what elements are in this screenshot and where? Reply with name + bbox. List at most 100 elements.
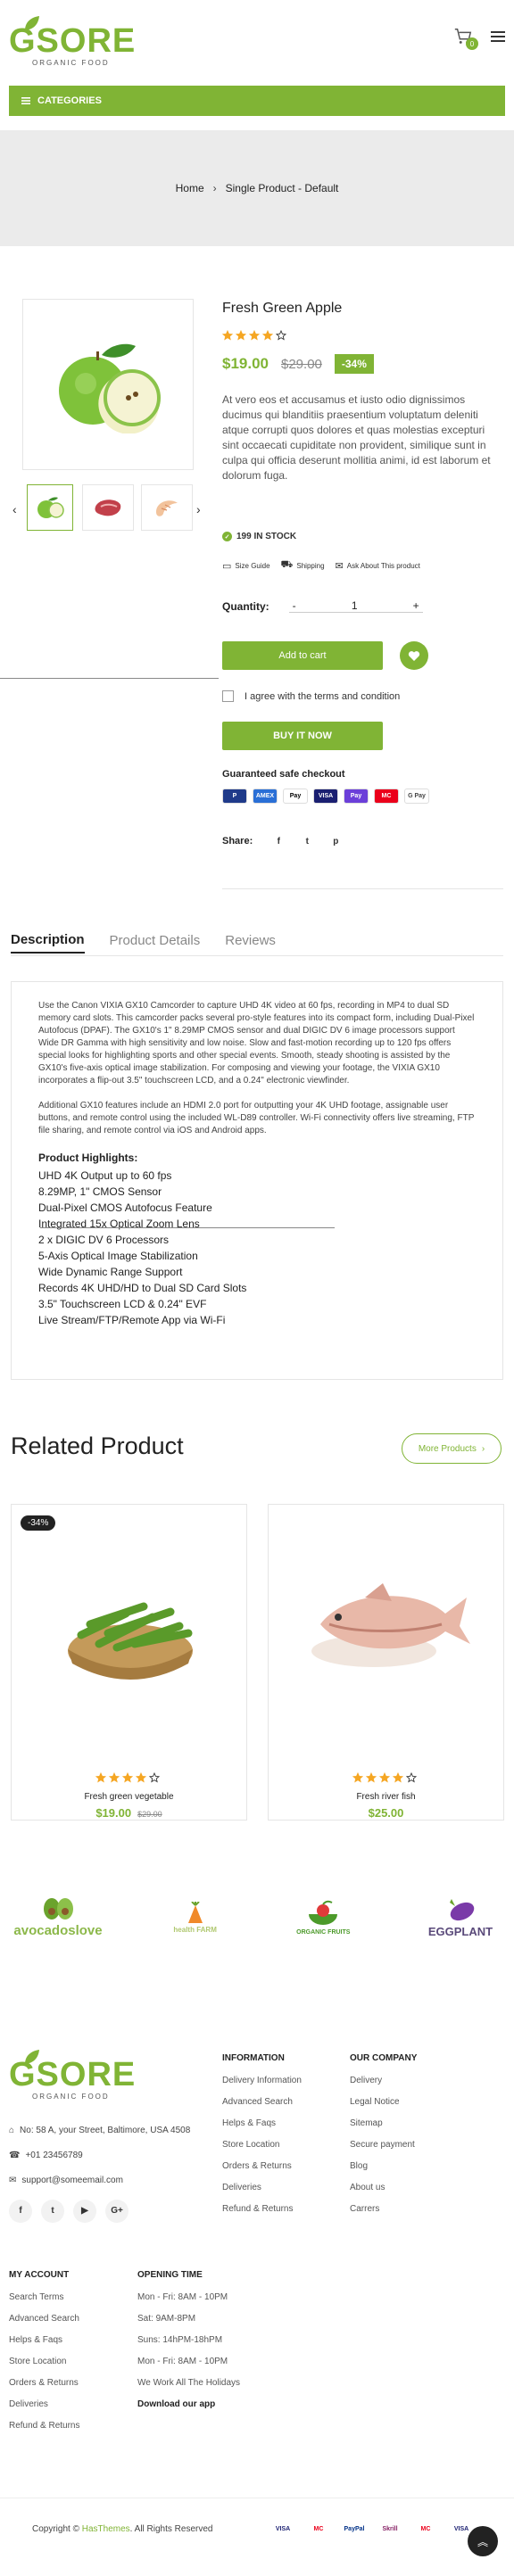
hours-title: OPENING TIME <box>137 2270 203 2280</box>
twitter-share-button[interactable]: t <box>297 830 318 853</box>
price-row: $19.00 $29.00 -34% <box>222 354 374 374</box>
size-guide-link[interactable]: ▭ Size Guide <box>222 560 270 572</box>
download-app-label[interactable]: Download our app <box>137 2399 240 2409</box>
footer-link[interactable]: Carrers <box>350 2204 417 2214</box>
payment-method-badge: G Pay <box>404 788 429 804</box>
copyright: Copyright © HasThemes. All Rights Reserv… <box>32 2524 212 2534</box>
gallery-thumb-3[interactable] <box>141 484 193 531</box>
payment-methods: P AMEX Pay VISA Pay MC G Pay <box>222 788 435 804</box>
facebook-share-button[interactable]: f <box>269 830 289 853</box>
menu-button[interactable] <box>491 30 505 43</box>
product-main-image[interactable] <box>22 299 194 470</box>
footer-link[interactable]: Delivery Information <box>222 2076 302 2085</box>
footer-link[interactable]: Secure payment <box>350 2140 417 2150</box>
footer-link[interactable]: Orders & Returns <box>9 2378 80 2388</box>
footer-link[interactable]: Store Location <box>222 2140 302 2150</box>
wishlist-button[interactable] <box>400 641 428 670</box>
product-name[interactable]: Fresh green vegetable <box>12 1792 246 1802</box>
copyright-brand-link[interactable]: HasThemes <box>82 2524 130 2534</box>
brand-health-farm-logo[interactable]: health FARM <box>160 1901 231 1934</box>
stock-status: ✓ 199 IN STOCK <box>222 532 296 541</box>
brand-eggplant-logo[interactable]: EGGPLANT <box>416 1897 505 1938</box>
footer-link[interactable]: Deliveries <box>9 2399 80 2409</box>
footer-logo[interactable]: GSORE ORGANIC FOOD <box>9 2050 135 2105</box>
tab-description[interactable]: Description <box>11 932 85 954</box>
footer-link[interactable]: Deliveries <box>222 2183 302 2192</box>
quantity-plus-button[interactable]: + <box>410 599 423 612</box>
footer-link[interactable]: Refund & Returns <box>222 2204 302 2214</box>
quantity-minus-button[interactable]: - <box>289 599 300 612</box>
footer-link[interactable]: Advanced Search <box>9 2314 80 2324</box>
related-card-2[interactable]: Fresh river fish $25.00 <box>268 1504 504 1821</box>
footer-address: No: 58 A, your Street, Baltimore, USA 45… <box>20 2126 191 2135</box>
tab-product-details[interactable]: Product Details <box>110 933 201 953</box>
ask-link[interactable]: ✉ Ask About This product <box>336 560 420 572</box>
highlight-item: 2 x DIGIC DV 6 Processors <box>38 1234 170 1246</box>
brand-organic-fruits-logo[interactable]: ORGANIC FRUITS <box>283 1900 363 1936</box>
footer-link[interactable]: Refund & Returns <box>9 2421 80 2431</box>
breadcrumb-home[interactable]: Home <box>176 182 204 194</box>
google-plus-icon[interactable]: G+ <box>105 2200 128 2223</box>
footer-link[interactable]: Blog <box>350 2161 417 2171</box>
gallery-prev-button[interactable]: ‹ <box>12 502 17 516</box>
gallery-thumb-2[interactable] <box>82 484 134 531</box>
footer-email[interactable]: support@someemail.com <box>21 2175 123 2187</box>
meat-thumb-image <box>95 500 121 516</box>
more-products-button[interactable]: More Products › <box>402 1433 502 1464</box>
categories-bar[interactable]: CATEGORIES <box>9 86 505 116</box>
quantity-stepper: - 1 + <box>288 599 423 613</box>
star-filled-icon <box>109 1772 120 1783</box>
terms-row[interactable]: I agree with the terms and condition <box>222 690 400 702</box>
quantity-label: Quantity: <box>222 599 269 613</box>
star-filled-icon <box>393 1772 403 1783</box>
product-meta-links: ▭ Size Guide ⛟ Shipping ✉ Ask About This pr… <box>222 559 420 572</box>
hours-list: Mon - Fri: 8AM - 10PM Sat: 9AM-8PM Suns: 1… <box>137 2292 240 2388</box>
footer-link[interactable]: Helps & Faqs <box>222 2118 302 2128</box>
facebook-icon[interactable]: f <box>9 2200 32 2223</box>
divider-line <box>0 678 219 679</box>
footer-link[interactable]: Advanced Search <box>222 2097 302 2107</box>
shrimp-thumb-image <box>156 500 178 516</box>
gallery-thumb-1[interactable] <box>27 484 73 531</box>
size-guide-label: Size Guide <box>235 561 270 570</box>
shipping-link[interactable]: ⛟ Shipping <box>281 559 325 572</box>
description-para-1: Use the Canon VIXIA GX10 Camcorder to ca… <box>38 1001 475 1086</box>
apple-thumb-image <box>37 497 64 518</box>
footer-link[interactable]: Search Terms <box>9 2292 80 2302</box>
shipping-label: Shipping <box>296 561 325 570</box>
product-name[interactable]: Fresh river fish <box>269 1792 503 1802</box>
quantity-row: Quantity: - 1 + <box>222 599 423 613</box>
product-old-price: $29.00 <box>137 1810 162 1819</box>
quantity-input[interactable]: 1 <box>352 599 358 612</box>
phone-icon: ☎ <box>9 2151 21 2160</box>
cart-button[interactable]: 0 <box>453 27 478 52</box>
scroll-top-button[interactable]: ︽ <box>468 2526 498 2556</box>
footer-link[interactable]: Helps & Faqs <box>9 2335 80 2345</box>
star-filled-icon <box>222 330 233 341</box>
footer-information: INFORMATION Delivery Information Advanced… <box>222 2053 302 2225</box>
footer-link[interactable]: Store Location <box>9 2357 80 2366</box>
terms-checkbox[interactable] <box>222 690 234 702</box>
gallery-next-button[interactable]: › <box>196 502 201 516</box>
information-links: Delivery Information Advanced Search Helps… <box>222 2076 302 2214</box>
footer-link[interactable]: Delivery <box>350 2076 417 2085</box>
footer-link[interactable]: About us <box>350 2183 417 2192</box>
footer-link[interactable]: Legal Notice <box>350 2097 417 2107</box>
buy-now-button[interactable]: BUY IT NOW <box>222 722 383 750</box>
home-icon: ⌂ <box>9 2126 15 2135</box>
brand-avocadoslove-logo[interactable]: avocadoslove <box>9 1897 107 1938</box>
product-rating <box>222 330 289 343</box>
highlight-item: Integrated 15x Optical Zoom Lens <box>38 1218 200 1230</box>
twitter-icon[interactable]: t <box>41 2200 64 2223</box>
site-logo[interactable]: GSORE ORGANIC FOOD <box>9 16 135 71</box>
footer-phone[interactable]: +01 23456789 <box>25 2150 82 2162</box>
related-card-1[interactable]: -34% Fresh green vegetable $19.00 $29.00 <box>11 1504 247 1821</box>
brand-name: health FARM <box>173 1926 217 1934</box>
tab-reviews[interactable]: Reviews <box>225 933 276 953</box>
add-to-cart-button[interactable]: Add to cart <box>222 641 383 670</box>
footer-link[interactable]: Sitemap <box>350 2118 417 2128</box>
star-empty-icon <box>406 1772 417 1783</box>
pinterest-share-button[interactable]: p <box>326 830 346 853</box>
footer-link[interactable]: Orders & Returns <box>222 2161 302 2171</box>
youtube-icon[interactable]: ▶ <box>73 2200 96 2223</box>
